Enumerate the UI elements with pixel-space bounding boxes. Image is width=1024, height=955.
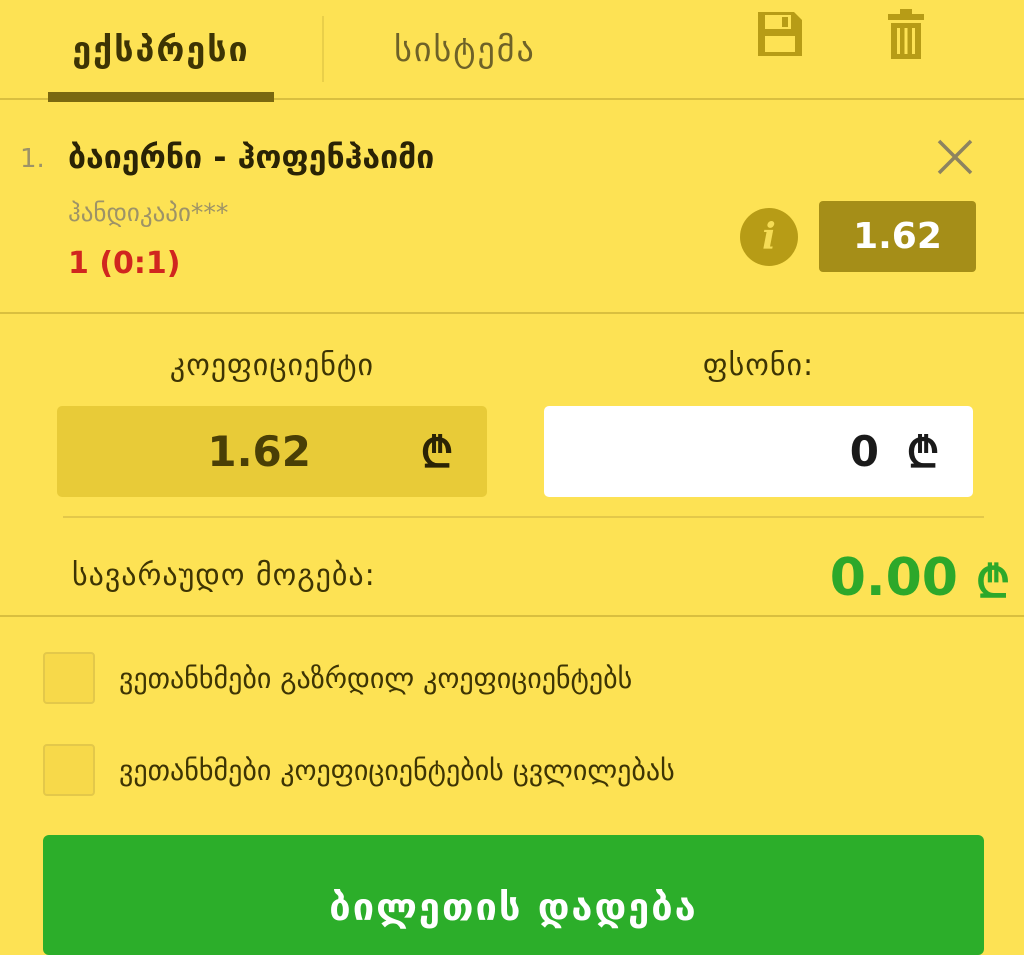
accept-increased-odds-checkbox[interactable]	[43, 652, 95, 704]
lari-icon: ₾	[420, 428, 454, 477]
info-icon-glyph: i	[762, 216, 776, 258]
stake-label: ფსონი:	[702, 348, 815, 383]
tab-express-label: ექსპრესი	[72, 30, 250, 70]
coefficient-field: 1.62 ₾	[57, 406, 487, 497]
tab-system-label: სისტემა	[394, 30, 536, 70]
coefficient-label: კოეფიციენტი	[169, 348, 375, 383]
info-icon[interactable]: i	[740, 208, 798, 266]
odds-badge: 1.62	[819, 201, 976, 272]
possible-win-label: სავარაუდო მოგება:	[72, 558, 376, 593]
lari-icon: ₾	[906, 428, 940, 477]
place-bet-label: ბილეთის დადება	[329, 885, 698, 929]
place-bet-button[interactable]: ბილეთის დადება	[43, 835, 984, 955]
match-title: ბაიერნი - ჰოფენჰაიმი	[68, 138, 435, 176]
tab-system[interactable]: სისტემა	[360, 0, 570, 100]
lari-icon: ₾	[976, 557, 1010, 608]
coefficient-value: 1.62	[207, 427, 311, 476]
stake-value: 0	[849, 427, 879, 476]
tab-divider	[322, 16, 324, 82]
selected-outcome: 1 (0:1)	[68, 246, 181, 281]
save-icon[interactable]	[752, 6, 808, 62]
tab-express[interactable]: ექსპრესი	[48, 0, 274, 102]
bet-index: 1.	[20, 144, 45, 174]
stake-input[interactable]: 0 ₾	[544, 406, 973, 497]
bet-selection: 1. ბაიერნი - ჰოფენჰაიმი ჰანდიკაპი*** 1 (…	[0, 100, 1024, 314]
market-name: ჰანდიკაპი***	[68, 198, 229, 227]
divider	[0, 615, 1024, 617]
close-icon[interactable]	[934, 136, 976, 178]
trash-icon[interactable]	[878, 6, 934, 62]
possible-win-value: 0.00	[829, 548, 958, 608]
bet-type-tabs: ექსპრესი სისტემა	[0, 0, 1024, 102]
accept-odds-change-checkbox[interactable]	[43, 744, 95, 796]
odds-value: 1.62	[853, 216, 942, 257]
accept-increased-odds-label: ვეთანხმები გაზრდილ კოეფიციენტებს	[119, 661, 633, 695]
accept-increased-odds-option[interactable]: ვეთანხმები გაზრდილ კოეფიციენტებს	[43, 650, 632, 706]
accept-odds-change-option[interactable]: ვეთანხმები კოეფიციენტების ცვლილებას	[43, 742, 675, 798]
accept-odds-change-label: ვეთანხმები კოეფიციენტების ცვლილებას	[119, 753, 675, 787]
divider	[63, 516, 984, 518]
